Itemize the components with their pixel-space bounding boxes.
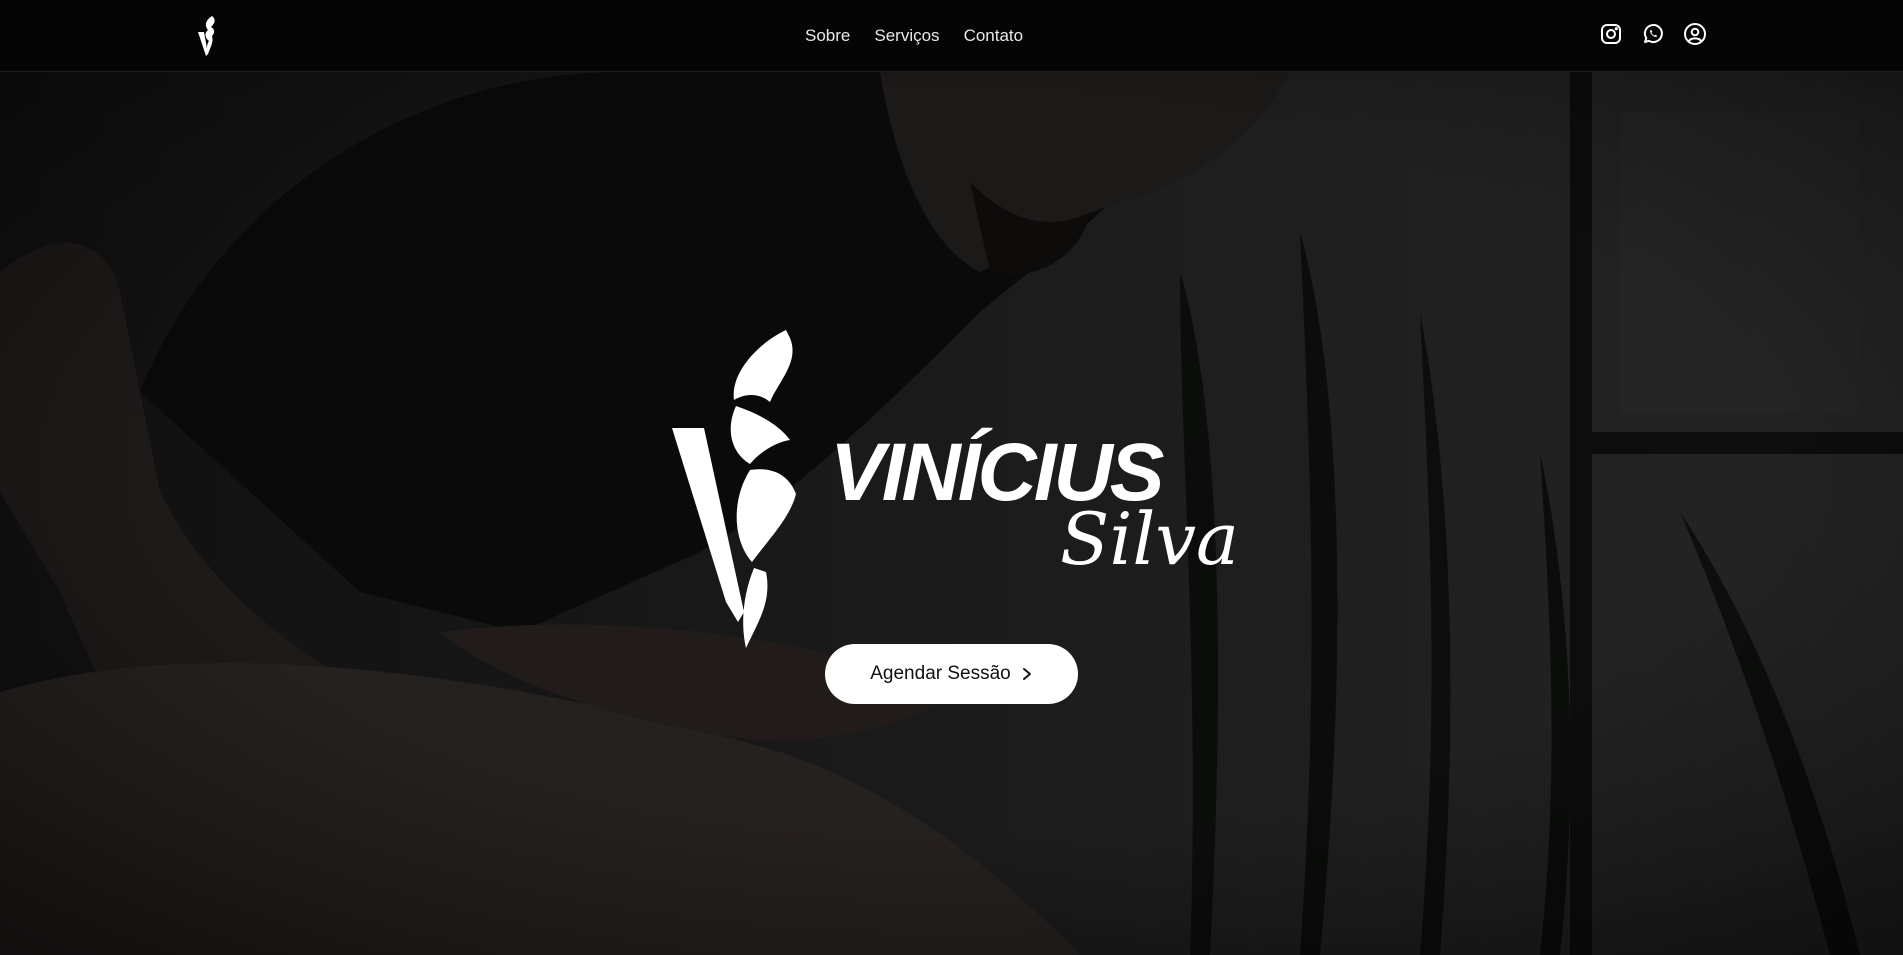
user-account-icon[interactable] [1683,22,1707,46]
social-links [1599,22,1707,46]
top-navigation-bar: Sobre Serviços Contato [0,0,1903,72]
nav-link-servicos[interactable]: Serviços [874,27,939,44]
logo-script: Silva [1060,497,1239,581]
whatsapp-icon[interactable] [1641,22,1665,46]
schedule-session-label: Agendar Sessão [870,663,1011,684]
instagram-icon[interactable] [1599,22,1623,46]
brand-logo-icon[interactable] [196,14,220,58]
nav-link-contato[interactable]: Contato [964,27,1024,44]
schedule-session-button[interactable]: Agendar Sessão [825,644,1078,704]
main-nav: Sobre Serviços Contato [805,0,1023,71]
hero-section: VINÍCIUS Silva Agendar Sessão [0,72,1903,955]
nav-link-sobre[interactable]: Sobre [805,27,850,44]
vinicius-silva-logo: VINÍCIUS Silva [672,330,1239,648]
chevron-right-icon [1022,668,1031,680]
